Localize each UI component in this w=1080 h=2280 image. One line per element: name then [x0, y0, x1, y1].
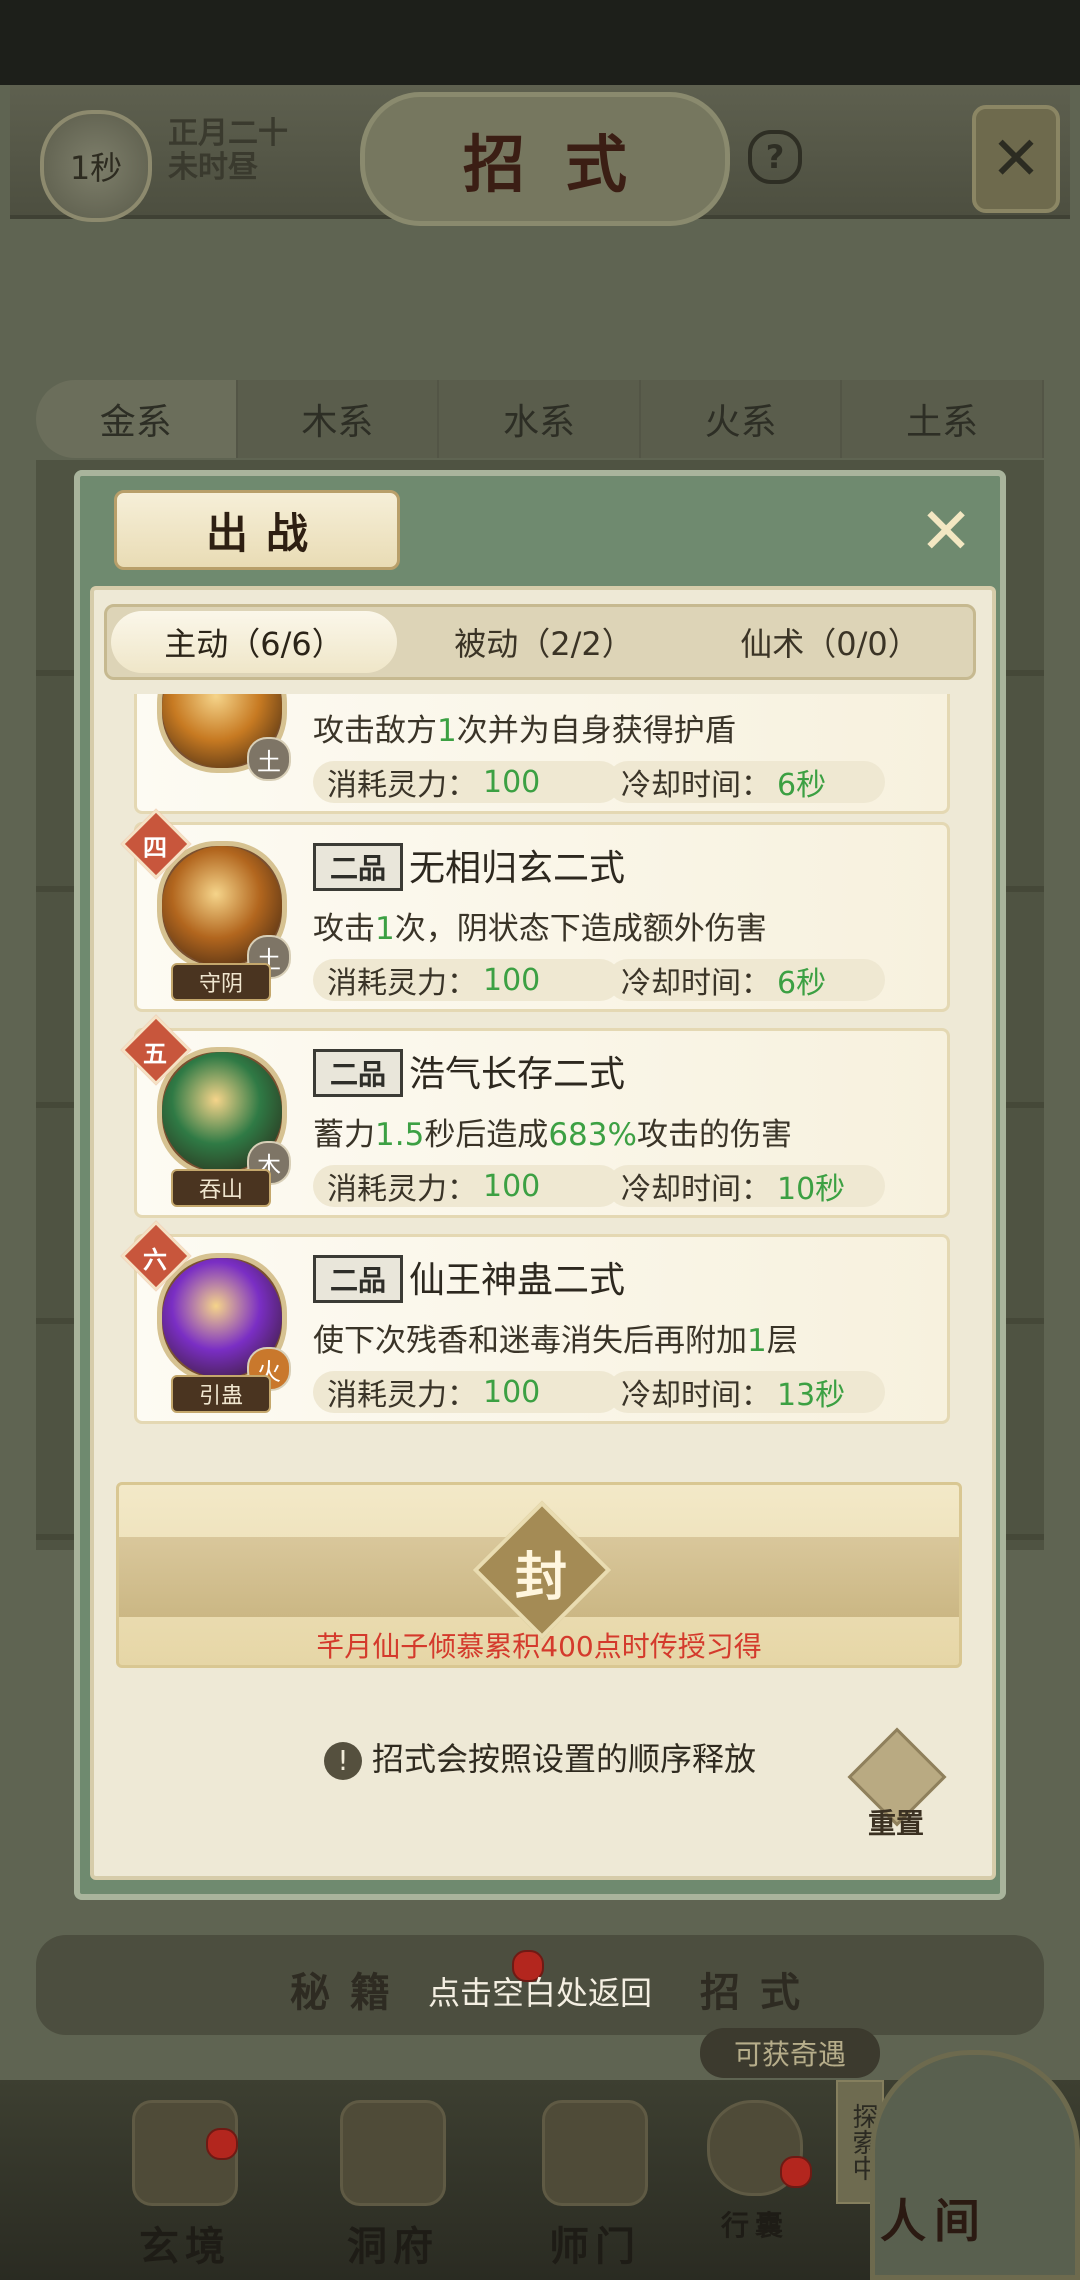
pavilion-icon: [340, 2100, 446, 2206]
timer-badge: 1秒: [40, 110, 152, 222]
skill-tag: 守阴: [171, 963, 271, 1001]
adventure-badge[interactable]: 可获奇遇: [700, 2028, 880, 2078]
help-icon[interactable]: ?: [748, 130, 802, 184]
cooldown: 冷却时间： 10秒: [607, 1165, 885, 1207]
skill-description: 攻击敌方1次并为自身获得护盾: [313, 713, 736, 749]
modal-title-plate: 出战: [114, 490, 400, 570]
banner-icon: [542, 2100, 648, 2206]
page-close-button[interactable]: ✕: [972, 105, 1060, 213]
tab-wood[interactable]: 木系: [237, 380, 440, 458]
skill-description: 攻击1次，阴状态下造成额外伤害: [313, 911, 767, 947]
spirit-cost: 消耗灵力： 100: [313, 1371, 621, 1413]
grade-badge: 二品: [313, 843, 403, 891]
note-text: 招式会按照设置的顺序释放: [371, 1740, 756, 1778]
skill-card[interactable]: 土 守阴 四 二品 无相归玄二式 攻击1次，阴状态下造成额外伤害 消耗灵力： 10…: [120, 808, 950, 1012]
tab-active-skills[interactable]: 主动（6/6）: [111, 611, 397, 673]
nav-sect[interactable]: 师门: [520, 2100, 670, 2270]
battle-loadout-modal: 出战 ✕ 主动（6/6） 被动（2/2） 仙术（0/0） 土 攻击敌方1次并为自…: [74, 470, 1006, 1900]
spirit-cost: 消耗灵力： 100: [313, 761, 621, 803]
tab-fire[interactable]: 火系: [640, 380, 843, 458]
slot-order-number: 六: [143, 1244, 167, 1274]
world-label: 人间: [880, 2194, 988, 2248]
nav-label: 行囊: [720, 2209, 789, 2242]
grade-badge: 二品: [313, 1255, 403, 1303]
nav-label: 洞府: [347, 2223, 439, 2270]
cooldown: 冷却时间： 6秒: [607, 761, 885, 803]
modal-title: 出战: [205, 508, 326, 558]
nav-cave-dwelling[interactable]: 洞府: [318, 2100, 468, 2270]
seal-character: 封: [514, 1546, 567, 1608]
cooldown: 冷却时间： 13秒: [607, 1371, 885, 1413]
info-icon: !: [323, 1742, 362, 1780]
nav-label: 师门: [549, 2223, 641, 2270]
skill-description: 蓄力1.5秒后造成683%攻击的伤害: [313, 1117, 792, 1153]
skill-description: 使下次残香和迷毒消失后再附加1层: [313, 1323, 798, 1359]
close-icon[interactable]: ✕: [914, 500, 978, 564]
page-title: 招式: [462, 128, 667, 201]
spirit-cost: 消耗灵力： 100: [313, 959, 621, 1001]
skill-card[interactable]: 木 吞山 五 二品 浩气长存二式 蓄力1.5秒后造成683%攻击的伤害 消耗灵力…: [120, 1014, 950, 1218]
unlock-condition: 芊月仙子倾慕累积400点时传授习得: [316, 1630, 762, 1663]
slot-order-number: 五: [143, 1038, 167, 1068]
skill-name: 无相归玄二式: [409, 848, 626, 889]
cooldown: 冷却时间： 6秒: [607, 959, 885, 1001]
page-title-plate: 招式: [360, 92, 730, 226]
skill-tag: 引蛊: [171, 1375, 271, 1413]
nav-mystic-realm[interactable]: 玄境: [110, 2100, 260, 2270]
tap-blank-to-return-hint: 点击空白处返回: [427, 1974, 652, 2012]
tab-passive-skills[interactable]: 被动（2/2）: [401, 607, 687, 677]
element-badge: 土: [247, 737, 291, 781]
tab-earth[interactable]: 土系: [842, 380, 1044, 458]
sealed-skill-slot[interactable]: 封 芊月仙子倾慕累积400点时传授习得: [116, 1482, 962, 1668]
skill-tag: 吞山: [171, 1169, 271, 1207]
nav-label: 玄境: [139, 2223, 231, 2270]
date-line-2: 未时昼: [168, 150, 258, 185]
notification-dot: [780, 2156, 812, 2188]
status-bar: [0, 0, 1080, 85]
reset-button[interactable]: 重置: [847, 1727, 947, 1840]
skill-name: 仙王神蛊二式: [409, 1260, 626, 1301]
skill-card[interactable]: 火 引蛊 六 二品 仙王神蛊二式 使下次残香和迷毒消失后再附加1层 消耗灵力： 1…: [120, 1220, 950, 1424]
notification-dot: [206, 2128, 238, 2160]
reset-label: 重置: [867, 1807, 924, 1840]
tab-water[interactable]: 水系: [439, 380, 641, 458]
spirit-cost: 消耗灵力： 100: [313, 1165, 621, 1207]
grade-badge: 二品: [313, 1049, 403, 1097]
skill-card[interactable]: 土 攻击敌方1次并为自身获得护盾 消耗灵力： 100 冷却时间： 6秒: [134, 694, 950, 814]
tab-immortal-arts[interactable]: 仙术（0/0）: [687, 607, 973, 677]
skill-type-tabs: 主动（6/6） 被动（2/2） 仙术（0/0）: [104, 604, 976, 680]
slot-order-number: 四: [143, 832, 167, 862]
equipped-skill-list[interactable]: 土 攻击敌方1次并为自身获得护盾 消耗灵力： 100 冷却时间： 6秒 土 守阴 四…: [116, 694, 956, 1474]
element-tabs: 金系 木系 水系 火系 土系: [36, 380, 1044, 458]
skill-name: 浩气长存二式: [409, 1054, 626, 1095]
tab-metal[interactable]: 金系: [36, 380, 238, 458]
